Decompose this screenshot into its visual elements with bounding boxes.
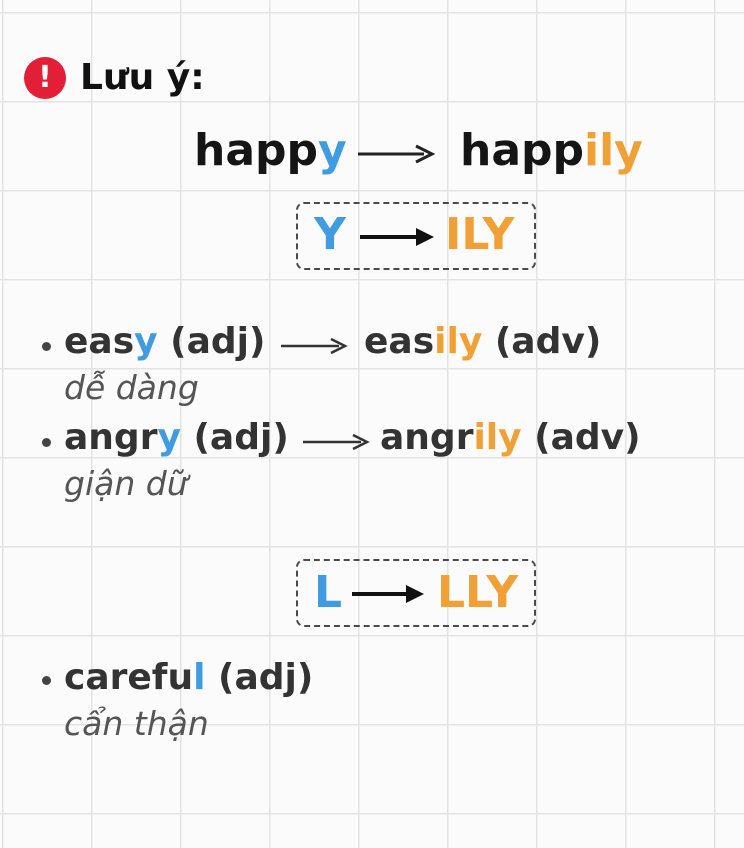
right-arrow-icon xyxy=(303,433,370,451)
example-meaning: giận dữ xyxy=(64,464,188,503)
example-adjective: easy (adj) xyxy=(64,320,265,364)
rule-from: L xyxy=(314,567,343,618)
adj-stem: eas xyxy=(64,321,135,362)
adv-stem: angr xyxy=(380,417,474,458)
adj-stem: angr xyxy=(64,417,158,458)
rule-from: Y xyxy=(314,209,346,260)
adj-suffix: y xyxy=(157,417,181,458)
rule-to: ILY xyxy=(445,209,515,260)
example-adverb: easily (adv) xyxy=(364,320,601,364)
main-example-base-word: happy xyxy=(194,126,347,176)
example-adverb: angrily (adv) xyxy=(380,416,641,460)
adverb-stem: happ xyxy=(460,125,585,176)
right-arrow-icon xyxy=(281,337,348,355)
adj-suffix: l xyxy=(193,657,206,698)
example-meaning: cẩn thận xyxy=(64,704,209,743)
page-title: Lưu ý: xyxy=(80,57,205,98)
example-meaning: dễ dàng xyxy=(64,368,199,407)
rule-to: LLY xyxy=(437,567,519,618)
example-adjective: careful (adj) xyxy=(64,656,313,700)
exclamation-icon: ! xyxy=(24,57,66,99)
base-stem: happ xyxy=(194,125,319,176)
adj-stem: carefu xyxy=(64,657,194,698)
adv-suffix: ily xyxy=(473,417,522,458)
adv-suffix: ily xyxy=(434,321,483,362)
right-arrow-icon xyxy=(358,144,436,164)
adj-tag: (adj) xyxy=(193,417,289,458)
bullet xyxy=(42,676,51,685)
right-arrow-icon xyxy=(352,585,424,603)
example-adjective: angry (adj) xyxy=(64,416,289,460)
adj-suffix: y xyxy=(134,321,158,362)
adj-tag: (adj) xyxy=(217,657,314,698)
adv-tag: (adv) xyxy=(494,321,602,362)
main-example-adverb-word: happily xyxy=(460,126,643,176)
adv-tag: (adv) xyxy=(534,417,641,458)
adv-stem: eas xyxy=(364,321,435,362)
adj-tag: (adj) xyxy=(170,321,266,362)
base-suffix: y xyxy=(318,125,347,176)
adverb-suffix: ily xyxy=(584,125,643,176)
bullet xyxy=(42,342,51,351)
bullet xyxy=(42,438,51,447)
right-arrow-icon xyxy=(360,228,434,246)
